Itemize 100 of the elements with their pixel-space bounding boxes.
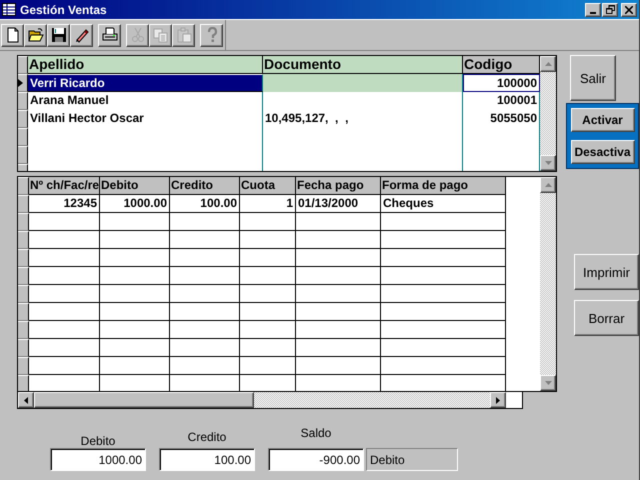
table-cell — [240, 339, 296, 357]
vertical-scrollbar[interactable] — [540, 56, 556, 171]
app-icon — [2, 3, 16, 16]
scroll-thumb[interactable] — [34, 392, 254, 408]
column-header[interactable]: Codigo — [463, 56, 540, 74]
column-header[interactable]: Debito — [100, 177, 170, 195]
print-button[interactable]: Imprimir — [574, 254, 639, 290]
column-header[interactable]: Cuota — [240, 177, 296, 195]
row-selector[interactable] — [18, 128, 28, 146]
scroll-down-button[interactable] — [540, 155, 556, 171]
restore-button[interactable] — [602, 2, 618, 16]
row-selector[interactable] — [18, 74, 28, 92]
table-cell — [240, 231, 296, 249]
close-button[interactable] — [621, 2, 637, 16]
column-header[interactable]: Apellido — [28, 56, 263, 74]
minimize-button[interactable] — [585, 2, 601, 16]
caret-up-icon — [544, 183, 552, 187]
row-selector[interactable] — [18, 285, 29, 303]
caret-left-icon — [24, 396, 28, 404]
table-cell — [240, 357, 296, 375]
row-selector[interactable] — [18, 357, 29, 375]
new-button[interactable] — [1, 24, 24, 46]
column-header[interactable]: Credito — [170, 177, 240, 195]
horizontal-scrollbar[interactable] — [17, 392, 523, 409]
table-cell — [29, 285, 100, 303]
column-header[interactable]: Forma de pago — [381, 177, 506, 195]
scroll-up-button[interactable] — [540, 56, 556, 72]
table-cell — [29, 213, 100, 231]
open-button[interactable] — [24, 24, 47, 46]
table-cell: Arana Manuel — [28, 92, 263, 110]
scroll-right-button[interactable] — [490, 392, 506, 408]
table-cell: 01/13/2000 — [296, 195, 381, 213]
window-title: Gestión Ventas — [20, 2, 108, 16]
scissors-icon — [130, 27, 146, 43]
table-cell: 1000.00 — [100, 195, 170, 213]
scroll-down-button[interactable] — [540, 375, 556, 391]
table-cell — [170, 357, 240, 375]
table-cell — [170, 213, 240, 231]
column-header[interactable]: Documento — [263, 56, 463, 74]
print-button[interactable] — [98, 24, 121, 46]
vertical-scrollbar[interactable] — [540, 177, 556, 391]
table-cell — [240, 321, 296, 339]
table-cell: 12345 — [29, 195, 100, 213]
scroll-up-button[interactable] — [540, 177, 556, 193]
delete-button[interactable]: Borrar — [574, 300, 639, 336]
total-field[interactable]: 100.00 — [159, 448, 255, 471]
scroll-left-button[interactable] — [18, 392, 34, 408]
edit-button[interactable] — [70, 24, 93, 46]
table-cell — [100, 285, 170, 303]
table-cell: Cheques — [381, 195, 506, 213]
table-cell — [100, 231, 170, 249]
exit-button[interactable]: Salir — [570, 55, 616, 101]
row-selector[interactable] — [18, 267, 29, 285]
table-cell: Verri Ricardo — [28, 74, 263, 92]
table-cell — [29, 339, 100, 357]
column-header[interactable]: Fecha pago — [296, 177, 381, 195]
caret-down-icon — [544, 161, 552, 165]
close-icon — [625, 6, 633, 14]
table-cell — [29, 249, 100, 267]
row-selector[interactable] — [18, 303, 29, 321]
row-selector[interactable] — [18, 339, 29, 357]
row-selector[interactable] — [18, 195, 29, 213]
table-cell — [170, 231, 240, 249]
save-button[interactable] — [47, 24, 70, 46]
row-selector[interactable] — [18, 375, 29, 391]
select-all-corner[interactable] — [18, 56, 28, 74]
clipboard-icon — [176, 27, 192, 43]
deactivate-button[interactable]: Desactiva — [570, 140, 634, 164]
table-cell: 100000 — [463, 74, 540, 92]
total-field[interactable]: 1000.00 — [50, 448, 146, 471]
table-cell — [100, 357, 170, 375]
column-header[interactable]: Nº ch/Fac/re — [29, 177, 100, 195]
help-button[interactable] — [200, 24, 223, 46]
table-cell — [170, 249, 240, 267]
row-selector[interactable] — [18, 146, 28, 164]
field-label: Credito — [188, 430, 226, 446]
table-cell — [240, 213, 296, 231]
activate-button[interactable]: Activar — [570, 108, 634, 132]
row-selector[interactable] — [18, 249, 29, 267]
row-selector[interactable] — [18, 110, 28, 128]
table-cell — [170, 285, 240, 303]
row-selector[interactable] — [18, 231, 29, 249]
caret-right-icon — [496, 396, 500, 404]
table-cell — [170, 321, 240, 339]
row-selector[interactable] — [18, 213, 29, 231]
row-selector[interactable] — [18, 92, 28, 110]
table-cell — [29, 267, 100, 285]
restore-icon — [606, 5, 614, 14]
select-all-corner[interactable] — [18, 177, 29, 195]
table-cell — [29, 303, 100, 321]
table-cell: 100.00 — [170, 195, 240, 213]
minimize-icon — [590, 12, 596, 14]
row-selector[interactable] — [18, 321, 29, 339]
table-cell — [29, 321, 100, 339]
table-cell — [100, 267, 170, 285]
folder-icon — [28, 27, 44, 43]
pencil-icon — [74, 27, 90, 43]
balance-type-field: Debito — [366, 448, 458, 471]
field-label: Saldo — [300, 426, 332, 442]
total-field[interactable]: -900.00 — [268, 448, 364, 471]
